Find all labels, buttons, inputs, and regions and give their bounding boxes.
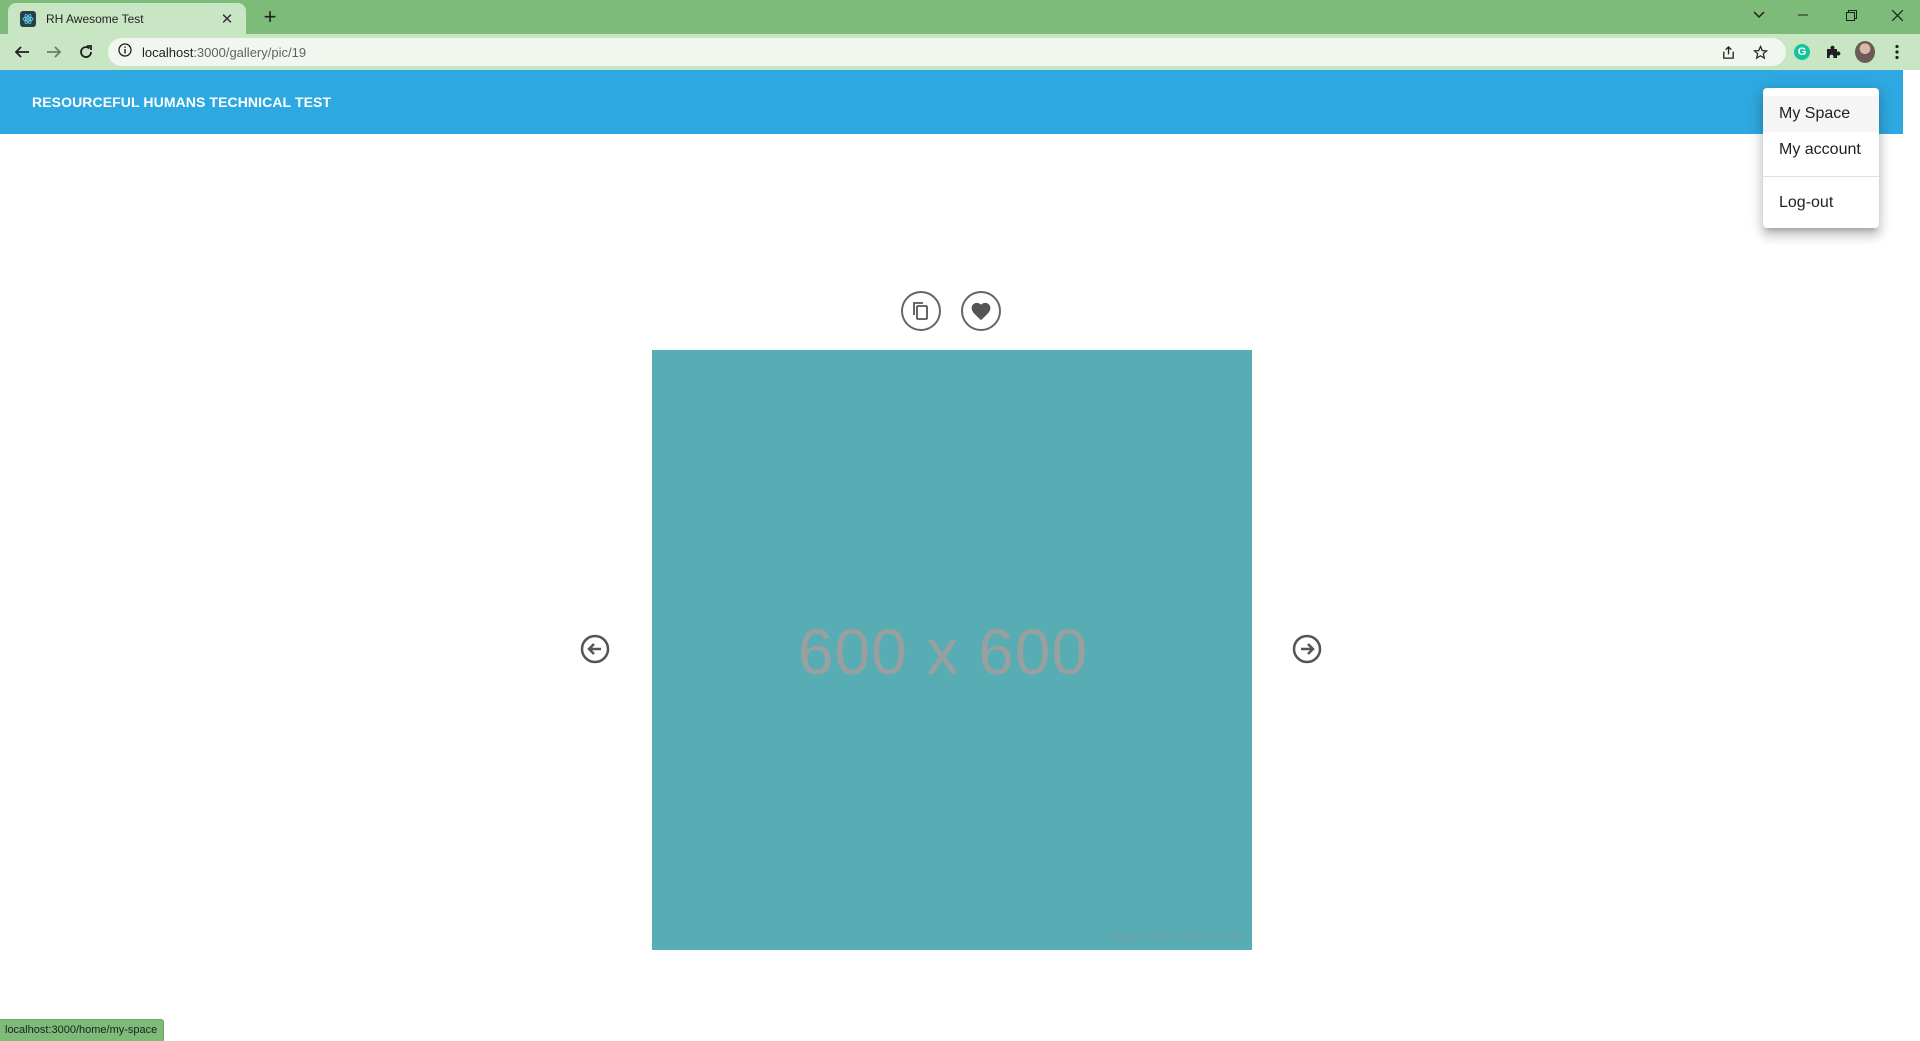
menu-divider — [1763, 176, 1879, 177]
close-window-icon[interactable] — [1874, 0, 1920, 30]
address-bar[interactable]: localhost:3000/gallery/pic/19 — [108, 38, 1786, 66]
heart-icon — [971, 302, 991, 321]
profile-avatar[interactable] — [1855, 41, 1875, 63]
arrow-right-circle-icon — [1292, 634, 1322, 664]
next-picture-button[interactable] — [1291, 633, 1323, 665]
minimize-window-icon[interactable] — [1780, 0, 1826, 30]
site-info-icon[interactable] — [118, 42, 132, 62]
forward-icon[interactable] — [40, 38, 68, 66]
menu-item-my-account[interactable]: My account — [1763, 132, 1879, 168]
address-url: localhost:3000/gallery/pic/19 — [142, 45, 306, 60]
extensions-puzzle-icon[interactable] — [1823, 42, 1843, 62]
link-status-bar: localhost:3000/home/my-space — [0, 1019, 165, 1041]
browser-tab-title: RH Awesome Test — [46, 11, 144, 26]
placeholder-credit-text: Powered by HTML.COM — [1111, 930, 1242, 944]
arrow-left-circle-icon — [580, 634, 610, 664]
address-host: localhost — [142, 44, 194, 60]
new-tab-icon[interactable]: + — [258, 5, 282, 29]
previous-picture-button[interactable] — [579, 633, 611, 665]
menu-item-my-space[interactable]: My Space — [1763, 96, 1879, 132]
grammarly-extension-icon[interactable]: G — [1792, 42, 1812, 62]
gallery-picture: 600 x 600 Powered by HTML.COM — [652, 350, 1252, 950]
react-favicon-icon — [20, 10, 36, 27]
placeholder-dimensions-text: 600 x 600 — [797, 616, 1089, 688]
menu-item-log-out[interactable]: Log-out — [1763, 185, 1879, 221]
app-title: RESOURCEFUL HUMANS TECHNICAL TEST — [32, 94, 332, 110]
user-menu: My Space My account Log-out — [1763, 88, 1879, 228]
address-path: :3000/gallery/pic/19 — [193, 44, 307, 60]
browser-tab[interactable]: RH Awesome Test ✕ — [8, 3, 246, 34]
close-tab-icon[interactable]: ✕ — [218, 10, 236, 28]
copy-button[interactable] — [901, 291, 941, 331]
favorite-button[interactable] — [961, 291, 1001, 331]
page-scrollbar[interactable] — [1903, 70, 1920, 1040]
reload-icon[interactable] — [72, 38, 100, 66]
browser-menu-icon[interactable] — [1887, 42, 1907, 62]
copy-icon — [913, 302, 928, 320]
share-icon[interactable] — [1720, 44, 1736, 60]
back-icon[interactable] — [8, 38, 36, 66]
app-header: RESOURCEFUL HUMANS TECHNICAL TEST — [0, 70, 1903, 134]
browser-toolbar: localhost:3000/gallery/pic/19 G — [0, 34, 1920, 71]
browser-tab-strip: RH Awesome Test ✕ + — [0, 0, 1920, 34]
tab-search-icon[interactable] — [1744, 4, 1774, 26]
restore-window-icon[interactable] — [1828, 0, 1874, 30]
bookmark-star-icon[interactable] — [1752, 44, 1768, 60]
